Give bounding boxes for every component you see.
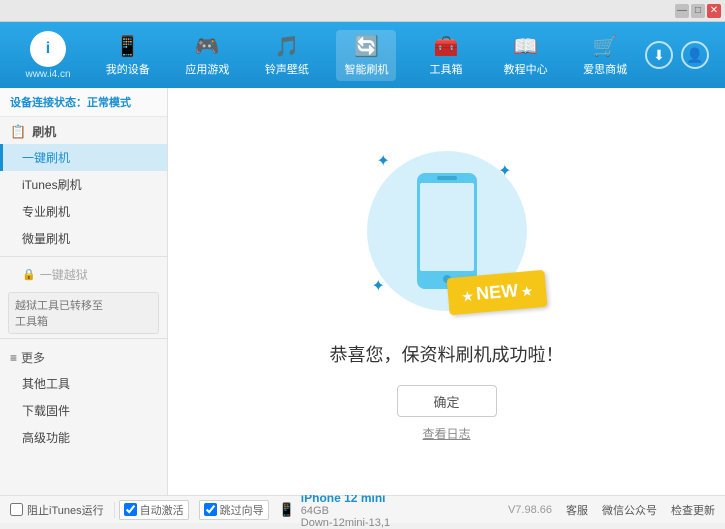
nav-my-device[interactable]: 📱 我的设备: [98, 30, 158, 81]
flash-section-header: 📋 刷机: [0, 117, 167, 144]
titlebar-minimize[interactable]: —: [675, 4, 689, 18]
shop-icon: 🛒: [593, 34, 618, 59]
skip-wizard-checkbox[interactable]: [204, 503, 217, 516]
ringtones-icon: 🎵: [274, 34, 299, 59]
sparkle-2: ✦: [498, 161, 511, 181]
phone-container: ✦ ✦ ✦ NEW: [357, 141, 537, 321]
nav-ringtones[interactable]: 🎵 铃声壁纸: [257, 30, 317, 81]
sidebar: 设备连接状态：正常模式 📋 刷机 一键刷机 iTunes刷机 专业刷机 微量刷机…: [0, 88, 168, 495]
wechat-link[interactable]: 微信公众号: [602, 502, 657, 518]
nav-tutorials[interactable]: 📖 教程中心: [496, 30, 556, 81]
logo-text: www.i4.cn: [25, 69, 70, 80]
success-message: 恭喜您，保资料刷机成功啦！: [330, 341, 564, 367]
sidebar-divider-1: [0, 256, 167, 257]
my-device-icon: 📱: [115, 34, 140, 59]
sidebar-item-micro-flash[interactable]: 微量刷机: [0, 225, 167, 252]
lock-icon: 🔒: [22, 268, 36, 281]
status-value: 正常模式: [87, 97, 131, 109]
status-label: 设备连接状态：: [10, 97, 87, 109]
phone-svg: [412, 171, 482, 291]
sidebar-item-one-key-flash[interactable]: 一键刷机: [0, 144, 167, 171]
new-ribbon: NEW: [447, 270, 548, 315]
jailbreak-info-box: 越狱工具已转移至工具箱: [8, 292, 159, 334]
sidebar-item-pro-flash[interactable]: 专业刷机: [0, 198, 167, 225]
sidebar-item-advanced[interactable]: 高级功能: [0, 424, 167, 451]
stop-itunes-label: 阻止iTunes运行: [27, 502, 104, 518]
content-area: ✦ ✦ ✦ NEW 恭喜您，保资料刷机成功啦！ 确定 查看日志: [168, 88, 725, 495]
sidebar-locked-jailbreak: 🔒 一键越狱: [0, 261, 167, 288]
bottombar: 阻止iTunes运行 自动激活 跳过向导 📱 iPhone 12 mini 64…: [0, 495, 725, 523]
auto-activate-label: 自动激活: [140, 502, 184, 518]
smart-flash-icon: 🔄: [354, 34, 379, 59]
service-link[interactable]: 客服: [566, 502, 588, 518]
sidebar-item-other-tools[interactable]: 其他工具: [0, 370, 167, 397]
toolbox-label: 工具箱: [430, 61, 463, 77]
ringtones-label: 铃声壁纸: [265, 61, 309, 77]
apps-games-label: 应用游戏: [185, 61, 229, 77]
nav-items: 📱 我的设备 🎮 应用游戏 🎵 铃声壁纸 🔄 智能刷机 🧰 工具箱 📖 教程中心…: [88, 30, 645, 81]
sidebar-item-itunes-flash[interactable]: iTunes刷机: [0, 171, 167, 198]
skip-wizard-checkbox-area[interactable]: 跳过向导: [199, 500, 269, 520]
success-illustration: ✦ ✦ ✦ NEW: [357, 141, 537, 321]
stop-itunes-checkbox[interactable]: [10, 503, 23, 516]
skip-wizard-label: 跳过向导: [220, 502, 264, 518]
apps-games-icon: 🎮: [195, 34, 220, 59]
connection-status: 设备连接状态：正常模式: [0, 88, 167, 117]
nav-shop[interactable]: 🛒 爱思商城: [575, 30, 635, 81]
sidebar-divider-2: [0, 338, 167, 339]
smart-flash-label: 智能刷机: [344, 61, 388, 77]
nav-apps-games[interactable]: 🎮 应用游戏: [177, 30, 237, 81]
logo: i www.i4.cn: [8, 31, 88, 80]
titlebar-maximize[interactable]: □: [691, 4, 705, 18]
titlebar-close[interactable]: ✕: [707, 4, 721, 18]
sparkle-3: ✦: [372, 276, 385, 296]
shop-label: 爱思商城: [583, 61, 627, 77]
tutorials-label: 教程中心: [504, 61, 548, 77]
check-update-link[interactable]: 检查更新: [671, 502, 715, 518]
download-button[interactable]: ⬇: [645, 41, 673, 69]
my-device-label: 我的设备: [106, 61, 150, 77]
auto-activate-checkbox[interactable]: [124, 503, 137, 516]
stop-itunes-area: 阻止iTunes运行: [10, 502, 115, 518]
nav-smart-flash[interactable]: 🔄 智能刷机: [336, 30, 396, 81]
device-icon: 📱: [279, 502, 295, 518]
more-icon: ≡: [10, 351, 17, 365]
topnav: i www.i4.cn 📱 我的设备 🎮 应用游戏 🎵 铃声壁纸 🔄 智能刷机 …: [0, 22, 725, 88]
more-label: 更多: [21, 349, 45, 366]
view-log-link[interactable]: 查看日志: [422, 425, 470, 442]
logo-icon: i: [30, 31, 66, 67]
toolbox-icon: 🧰: [434, 34, 459, 59]
flash-section-icon: 📋: [10, 124, 26, 140]
device-storage: 64GB: [301, 505, 329, 517]
flash-section-label: 刷机: [32, 123, 56, 140]
sparkle-1: ✦: [377, 151, 390, 171]
sidebar-item-download-fw[interactable]: 下载固件: [0, 397, 167, 424]
confirm-button[interactable]: 确定: [397, 385, 497, 417]
user-button[interactable]: 👤: [681, 41, 709, 69]
nav-toolbox[interactable]: 🧰 工具箱: [416, 30, 476, 81]
nav-actions: ⬇ 👤: [645, 41, 717, 69]
more-section-header: ≡ 更多: [0, 343, 167, 370]
titlebar: — □ ✕: [0, 0, 725, 22]
auto-activate-checkbox-area[interactable]: 自动激活: [119, 500, 189, 520]
bottom-right: V7.98.66 客服 微信公众号 检查更新: [508, 502, 715, 518]
main-layout: 设备连接状态：正常模式 📋 刷机 一键刷机 iTunes刷机 专业刷机 微量刷机…: [0, 88, 725, 495]
locked-label: 一键越狱: [40, 266, 88, 283]
version-label: V7.98.66: [508, 504, 552, 516]
tutorials-icon: 📖: [513, 34, 538, 59]
